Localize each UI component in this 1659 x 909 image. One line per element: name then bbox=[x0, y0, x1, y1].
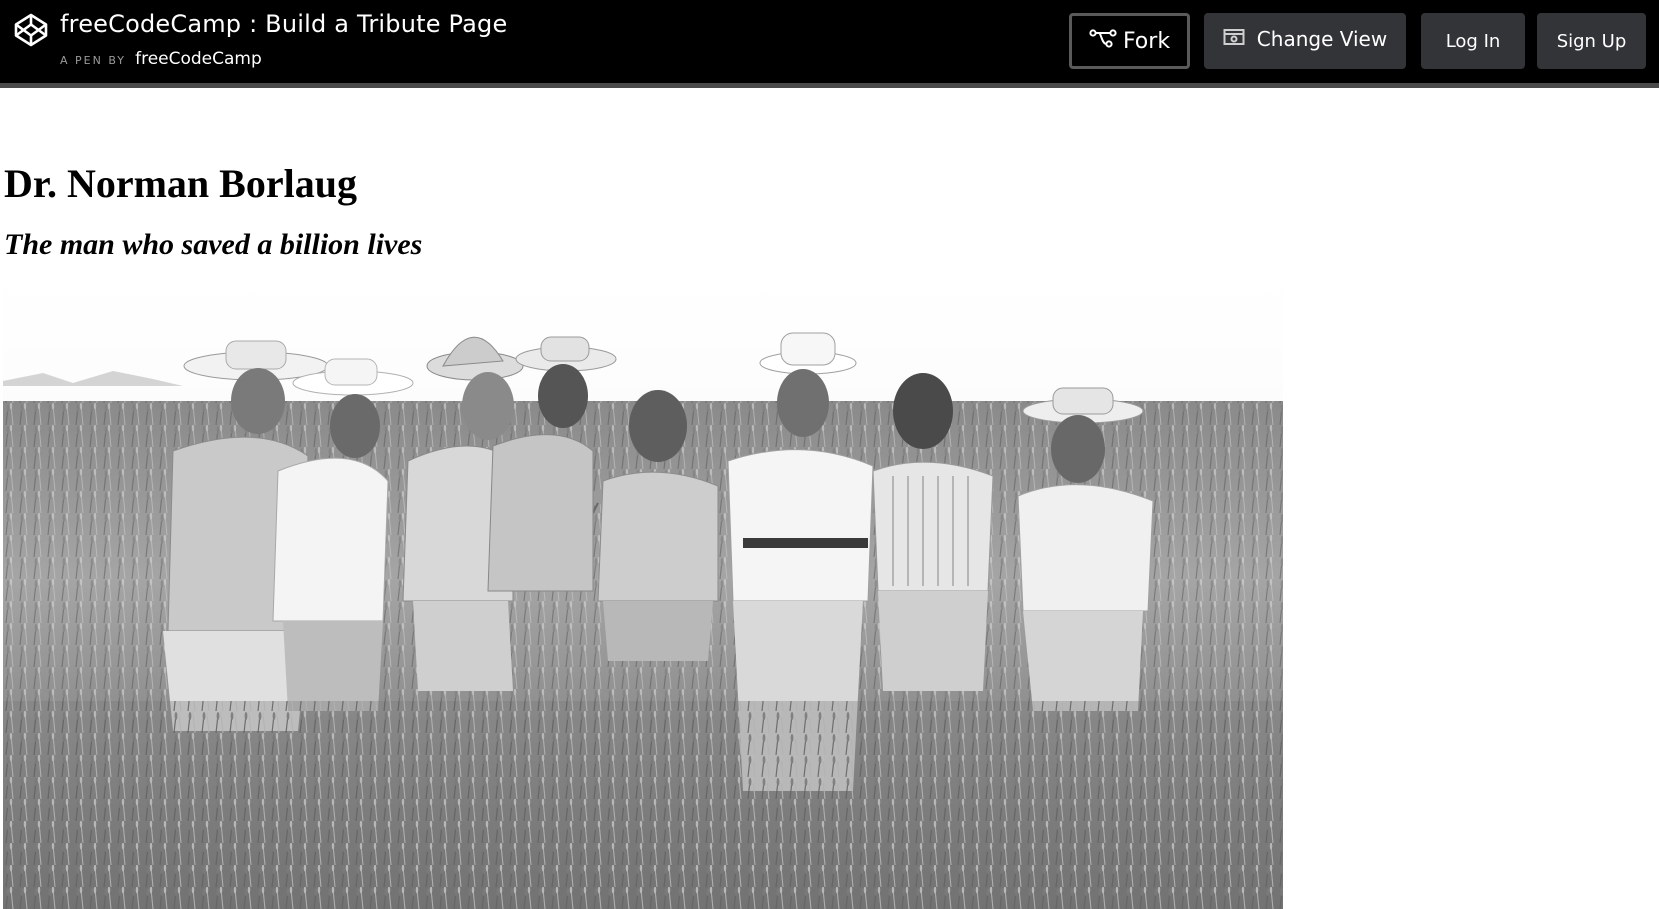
login-label: Log In bbox=[1445, 30, 1501, 52]
byline-prefix: A PEN BY bbox=[60, 54, 126, 67]
fork-button[interactable]: Fork bbox=[1069, 13, 1190, 69]
change-view-button[interactable]: Change View bbox=[1204, 13, 1406, 69]
login-button[interactable]: Log In bbox=[1421, 13, 1525, 69]
author-link[interactable]: freeCodeCamp bbox=[135, 49, 262, 69]
fork-label: Fork bbox=[1122, 28, 1171, 54]
signup-label: Sign Up bbox=[1556, 30, 1627, 52]
signup-button[interactable]: Sign Up bbox=[1537, 13, 1646, 69]
codepen-logo-icon[interactable] bbox=[14, 13, 48, 47]
change-view-icon bbox=[1223, 27, 1257, 51]
codepen-header: freeCodeCamp : Build a Tribute Page A PE… bbox=[0, 0, 1659, 88]
wheat-field-photo bbox=[3, 271, 1283, 909]
page-title: Dr. Norman Borlaug bbox=[4, 161, 357, 206]
preview-frame: Dr. Norman Borlaug The man who saved a b… bbox=[0, 88, 1659, 909]
pen-title: freeCodeCamp : Build a Tribute Page bbox=[60, 10, 508, 38]
tribute-image bbox=[3, 271, 1283, 909]
page-subtitle: The man who saved a billion lives bbox=[4, 228, 423, 261]
fork-icon bbox=[1089, 28, 1123, 54]
change-view-label: Change View bbox=[1256, 27, 1388, 51]
pen-byline: A PEN BY freeCodeCamp bbox=[60, 49, 262, 69]
